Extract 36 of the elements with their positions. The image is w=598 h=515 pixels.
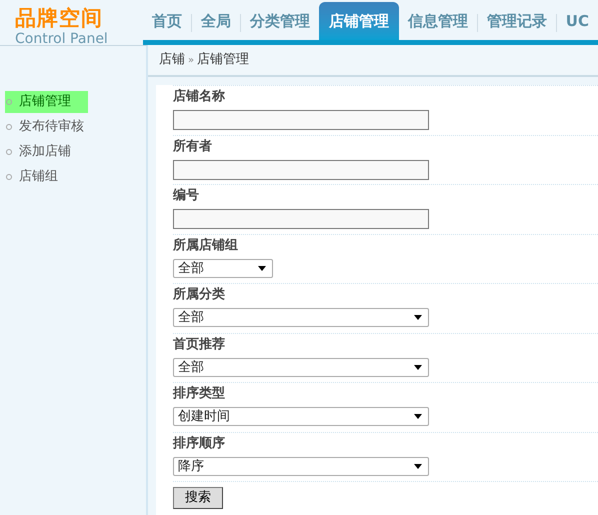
field-label: 排序顺序 [173, 434, 226, 452]
caret-icon [414, 364, 422, 370]
text-field[interactable] [173, 160, 429, 180]
dropdown[interactable]: 全部 [173, 308, 429, 327]
bullet-icon [6, 99, 12, 105]
dropdown[interactable]: 全部 [173, 358, 429, 376]
field-label: 所属店铺组 [173, 236, 239, 254]
nav-tab[interactable]: 店铺管理 [318, 2, 399, 40]
caret-icon [414, 315, 422, 320]
dropdown[interactable]: 全部 [173, 258, 273, 278]
field-label: 店铺名称 [173, 88, 226, 106]
logo-title: 品牌空间 [15, 8, 104, 29]
dropdown[interactable]: 降序 [173, 456, 429, 476]
logo-subtitle: Control Panel [15, 32, 109, 46]
sidebar-item[interactable]: 添加店铺 [5, 141, 88, 163]
bullet-icon [6, 124, 12, 130]
caret-icon [258, 266, 266, 270]
caret-icon [414, 464, 422, 468]
field-label: 所有者 [173, 138, 213, 156]
field-label: 编号 [173, 187, 200, 205]
field-label: 排序类型 [173, 385, 226, 403]
sidebar-item[interactable]: 店铺管理 [5, 91, 88, 113]
field-label: 所属分类 [173, 286, 226, 304]
text-field[interactable] [173, 209, 429, 229]
dropdown[interactable]: 创建时间 [173, 407, 429, 426]
search-button[interactable]: 搜索 [173, 486, 223, 509]
breadcrumb-link[interactable]: 店铺 [159, 50, 185, 70]
caret-icon [414, 414, 422, 419]
bullet-icon [6, 149, 12, 155]
bullet-icon [6, 174, 12, 180]
breadcrumb-separator: » [188, 54, 194, 68]
text-field[interactable] [173, 110, 429, 130]
sidebar-item[interactable]: 发布待审核 [5, 116, 88, 138]
field-label: 首页推荐 [173, 336, 226, 354]
breadcrumb-current: 店铺管理 [197, 51, 250, 70]
sidebar-item[interactable]: 店铺组 [5, 166, 88, 188]
